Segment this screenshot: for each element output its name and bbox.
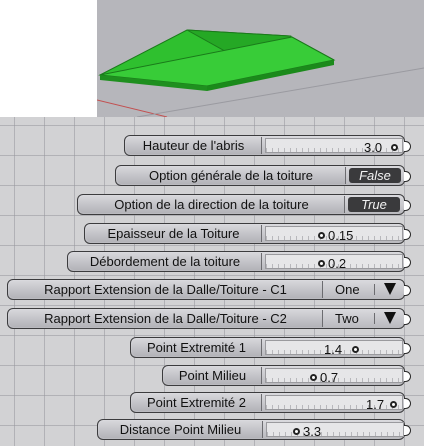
- output-grip[interactable]: [404, 314, 411, 325]
- slider-value: 1.7: [366, 397, 385, 412]
- slider-track[interactable]: 3.0: [265, 138, 403, 155]
- output-grip[interactable]: [404, 141, 411, 152]
- output-grip[interactable]: [404, 285, 411, 296]
- toggle-value[interactable]: False: [349, 168, 401, 183]
- slider-knob[interactable]: [390, 401, 397, 408]
- slider-hauteur-abris[interactable]: Hauteur de l'abris 3.0: [124, 135, 411, 156]
- slider-knob[interactable]: [310, 374, 317, 381]
- output-grip[interactable]: [404, 171, 411, 182]
- slider-knob[interactable]: [293, 428, 300, 435]
- output-grip[interactable]: [404, 398, 411, 409]
- slider-label: Point Extremité 2: [132, 394, 262, 411]
- slider-distance-point-milieu[interactable]: Distance Point Milieu 3.3: [97, 419, 411, 440]
- slider-value: 3.3: [303, 424, 322, 439]
- dropdown-label: Rapport Extension de la Dalle/Toiture - …: [9, 310, 323, 327]
- grasshopper-canvas[interactable]: Hauteur de l'abris 3.0 Option générale d…: [0, 117, 424, 446]
- slider-knob[interactable]: [318, 232, 325, 239]
- output-grip[interactable]: [404, 229, 411, 240]
- slider-label: Débordement de la toiture: [69, 253, 262, 270]
- slider-knob[interactable]: [318, 260, 325, 267]
- toggle-option-generale[interactable]: Option générale de la toiture False: [115, 165, 411, 186]
- toggle-label: Option générale de la toiture: [117, 167, 346, 184]
- dropdown-rapport-c1[interactable]: Rapport Extension de la Dalle/Toiture - …: [7, 279, 411, 300]
- slider-point-extremite-1[interactable]: Point Extremité 1 1.4: [130, 337, 411, 358]
- slider-value: 0.2: [328, 256, 347, 271]
- slider-track[interactable]: 3.3: [266, 422, 404, 439]
- slider-label: Distance Point Milieu: [99, 421, 263, 438]
- output-grip[interactable]: [404, 425, 411, 436]
- dropdown-rapport-c2[interactable]: Rapport Extension de la Dalle/Toiture - …: [7, 308, 411, 329]
- output-grip[interactable]: [404, 257, 411, 268]
- slider-knob[interactable]: [352, 346, 359, 353]
- output-grip[interactable]: [404, 371, 411, 382]
- slider-point-extremite-2[interactable]: Point Extremité 2 1.7: [130, 392, 411, 413]
- slider-track[interactable]: 0.15: [265, 226, 403, 243]
- slider-label: Epaisseur de la Toiture: [86, 225, 262, 242]
- slider-track[interactable]: 1.7: [265, 395, 403, 412]
- viewport-svg: [97, 29, 424, 117]
- 3d-viewport[interactable]: [97, 0, 424, 117]
- slider-point-milieu[interactable]: Point Milieu 0.7: [162, 365, 411, 386]
- slider-knob[interactable]: [391, 144, 398, 151]
- slider-track[interactable]: 1.4: [265, 340, 403, 357]
- toggle-label: Option de la direction de la toiture: [79, 196, 345, 213]
- toggle-value[interactable]: True: [348, 197, 400, 212]
- x-axis-line: [97, 99, 168, 117]
- slider-debordement-toiture[interactable]: Débordement de la toiture 0.2: [67, 251, 411, 272]
- dropdown-value[interactable]: Two: [335, 310, 359, 327]
- slider-label: Hauteur de l'abris: [126, 137, 262, 154]
- slider-value: 1.4: [324, 342, 343, 357]
- slider-value: 0.7: [320, 370, 339, 385]
- slider-track[interactable]: 0.7: [265, 368, 403, 385]
- dropdown-label: Rapport Extension de la Dalle/Toiture - …: [9, 281, 323, 298]
- dropdown-value[interactable]: One: [335, 281, 360, 298]
- slider-value: 3.0: [364, 140, 383, 155]
- slider-epaisseur-toiture[interactable]: Epaisseur de la Toiture 0.15: [84, 223, 411, 244]
- dropdown-arrow-icon[interactable]: [384, 312, 396, 324]
- slider-value: 0.15: [328, 228, 354, 243]
- dropdown-arrow-icon[interactable]: [384, 283, 396, 295]
- toggle-option-direction[interactable]: Option de la direction de la toiture Tru…: [77, 194, 411, 215]
- slider-label: Point Extremité 1: [132, 339, 262, 356]
- slider-track[interactable]: 0.2: [265, 254, 403, 271]
- slider-label: Point Milieu: [164, 367, 262, 384]
- dropdown-separator: [374, 313, 375, 324]
- output-grip[interactable]: [404, 200, 411, 211]
- output-grip[interactable]: [404, 343, 411, 354]
- dropdown-separator: [374, 284, 375, 295]
